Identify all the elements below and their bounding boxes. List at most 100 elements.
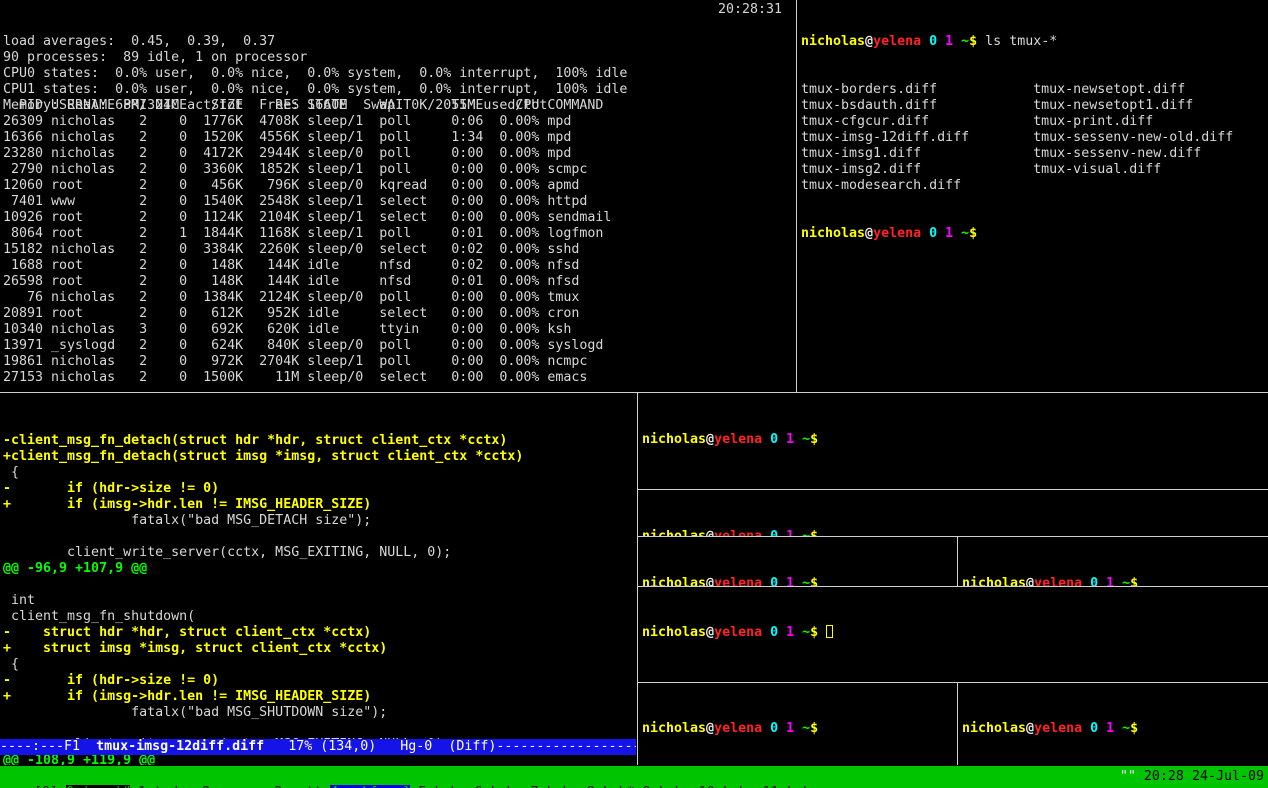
diff-line: client_write_server(cctx, MSG_EXITING, N… (3, 545, 636, 561)
process-row: 15182 nicholas 2 0 3384K 2260K sleep/0 s… (3, 242, 611, 258)
diff-line: client_msg_fn_shutdown( (3, 609, 636, 625)
diff-line: - if (hdr->size != 0) (3, 481, 636, 497)
shell-pane-ls[interactable]: nicholas@yelena 0 1 ~$ ls tmux-* tmux-bo… (797, 0, 1268, 392)
diff-line: + struct imsg *imsg, struct client_ctx *… (3, 641, 636, 657)
prompt-segment: yelena (1034, 576, 1082, 586)
prompt-segment: ~ (953, 226, 969, 241)
status-right: "" 20:28 24-Jul-09 (1120, 769, 1264, 785)
status-clock: 20:28 (1136, 769, 1192, 784)
diff-line: + if (imsg->hdr.len != IMSG_HEADER_SIZE) (3, 689, 636, 705)
file-row: tmux-imsg-12diff.diff tmux-sessenv-new-o… (801, 130, 1268, 146)
process-row: 76 nicholas 2 0 1384K 2124K sleep/0 poll… (3, 290, 611, 306)
process-row: 12060 root 2 0 456K 796K sleep/0 kqread … (3, 178, 611, 194)
prompt-segment: 0 (762, 625, 778, 640)
pane-divider-h3 (638, 586, 1268, 587)
modeline-prefix: ----:---F1 (0, 739, 96, 754)
diff-line (3, 529, 636, 545)
prompt-segment: 1 (778, 529, 794, 536)
summary-line: 90 processes: 89 idle, 1 on processor (3, 50, 796, 66)
prompt-segment: 1 (937, 226, 953, 241)
summary-line: CPU1 states: 0.0% user, 0.0% nice, 0.0% … (3, 82, 796, 98)
modeline-dashes: ------------------ (496, 739, 636, 754)
process-row: 1688 root 2 0 148K 144K idle nfsd 0:02 0… (3, 258, 611, 274)
pane-divider-vertical-bottom (637, 393, 638, 765)
prompt-segment: 1 (778, 721, 794, 736)
diff-line: int (3, 593, 636, 609)
prompt-segment: nicholas (642, 576, 706, 586)
shell-pane-5[interactable]: nicholas@yelena 0 1 ~$ (638, 683, 957, 765)
emacs-diff-pane[interactable]: -client_msg_fn_detach(struct hdr *hdr, s… (0, 394, 636, 765)
prompt-segment: $ (969, 34, 977, 49)
prompt-line: nicholas@yelena 0 1 ~$ (801, 226, 1268, 242)
prompt-segment: $ (1130, 576, 1138, 586)
diff-line: @@ -96,9 +107,9 @@ (3, 561, 636, 577)
process-row: 19861 nicholas 2 0 972K 2704K sleep/1 po… (3, 354, 611, 370)
prompt-segment: 1 (778, 432, 794, 447)
shell-pane-4[interactable]: nicholas@yelena 0 1 ~$ (958, 537, 1268, 586)
shell-pane-active[interactable]: nicholas@yelena 0 1 ~$ (638, 587, 1268, 682)
prompt-segment: $ (1130, 721, 1138, 736)
pane-divider-h2 (638, 536, 1268, 537)
top-clock: 20:28:31 (718, 2, 782, 18)
pane-divider-horizontal-main (0, 392, 1268, 393)
pane-divider-h1 (638, 489, 1268, 490)
file-row: tmux-modesearch.diff (801, 178, 1268, 194)
prompt-segment: @ (706, 432, 714, 447)
prompt-line: nicholas@yelena 0 1 ~$ (642, 576, 957, 586)
prompt-segment: 0 (1082, 721, 1098, 736)
prompt-segment: ~ (794, 576, 810, 586)
prompt-segment: yelena (714, 625, 762, 640)
prompt-segment: nicholas (801, 34, 865, 49)
diff-line: - if (hdr->size != 0) (3, 673, 636, 689)
process-row: 27153 nicholas 2 0 1500K 11M sleep/0 sel… (3, 370, 611, 386)
process-table: PID USERNAME PRI NICE SIZE RES STATE WAI… (3, 98, 611, 386)
tmux-status-bar: [0] 0:irssi# 1:todo 2:ncmpc- 3:mutt 4:ss… (0, 766, 1268, 788)
top-process-pane[interactable]: load averages: 0.45, 0.39, 0.3790 proces… (0, 0, 796, 392)
shell-pane-6[interactable]: nicholas@yelena 0 1 ~$ (958, 683, 1268, 765)
shell-pane-3[interactable]: nicholas@yelena 0 1 ~$ (638, 537, 957, 586)
prompt-segment: nicholas (801, 226, 865, 241)
modeline-info: 17% (134,0) Hg-0 (Diff) (264, 739, 496, 754)
prompt-segment: ~ (1114, 721, 1130, 736)
shell-pane-1[interactable]: nicholas@yelena 0 1 ~$ (638, 393, 1268, 489)
prompt-segment: yelena (714, 721, 762, 736)
diff-line: -client_msg_fn_detach(struct hdr *hdr, s… (3, 433, 636, 449)
diff-line: - struct hdr *hdr, struct client_ctx *cc… (3, 625, 636, 641)
prompt-segment: 0 (762, 432, 778, 447)
prompt-segment: @ (706, 625, 714, 640)
prompt-segment: @ (1026, 721, 1034, 736)
tmux-session-screen: load averages: 0.45, 0.39, 0.3790 proces… (0, 0, 1268, 788)
diff-line: + if (imsg->hdr.len != IMSG_HEADER_SIZE) (3, 497, 636, 513)
prompt-segment: @ (865, 34, 873, 49)
summary-line: CPU0 states: 0.0% user, 0.0% nice, 0.0% … (3, 66, 796, 82)
diff-line: { (3, 657, 636, 673)
process-row: 10340 nicholas 3 0 692K 620K idle ttyin … (3, 322, 611, 338)
file-row: tmux-imsg1.diff tmux-sessenv-new.diff (801, 146, 1268, 162)
prompt-segment: 1 (937, 34, 953, 49)
prompt-segment: ~ (794, 625, 810, 640)
shell-pane-2[interactable]: nicholas@yelena 0 1 ~$ (638, 490, 1268, 536)
prompt-segment: @ (706, 721, 714, 736)
prompt-segment: 0 (762, 721, 778, 736)
prompt-segment: $ (969, 226, 977, 241)
diff-line: fatalx("bad MSG_SHUTDOWN size"); (3, 705, 636, 721)
prompt-segment: @ (865, 226, 873, 241)
prompt-line: nicholas@yelena 0 1 ~$ (962, 576, 1268, 586)
prompt-segment: 0 (921, 34, 937, 49)
prompt-segment: yelena (714, 432, 762, 447)
prompt-line: nicholas@yelena 0 1 ~$ (642, 625, 1268, 641)
diff-line: +client_msg_fn_detach(struct imsg *imsg,… (3, 449, 636, 465)
process-row: 23280 nicholas 2 0 4172K 2944K sleep/0 p… (3, 146, 611, 162)
status-date: 24-Jul-09 (1192, 769, 1264, 784)
process-row: 26309 nicholas 2 0 1776K 4708K sleep/1 p… (3, 114, 611, 130)
prompt-line: nicholas@yelena 0 1 ~$ ls tmux-* (801, 34, 1268, 50)
prompt-segment: yelena (873, 34, 921, 49)
pane-divider-vertical-top (796, 0, 797, 392)
prompt-segment: 0 (1082, 576, 1098, 586)
command-text: ls tmux-* (977, 34, 1057, 49)
prompt-segment: nicholas (962, 576, 1026, 586)
pane-divider-v2 (957, 683, 958, 765)
prompt-segment: yelena (714, 529, 762, 536)
emacs-modeline: ----:---F1 tmux-imsg-12diff.diff 17% (13… (0, 739, 636, 755)
prompt-segment: $ (810, 576, 818, 586)
